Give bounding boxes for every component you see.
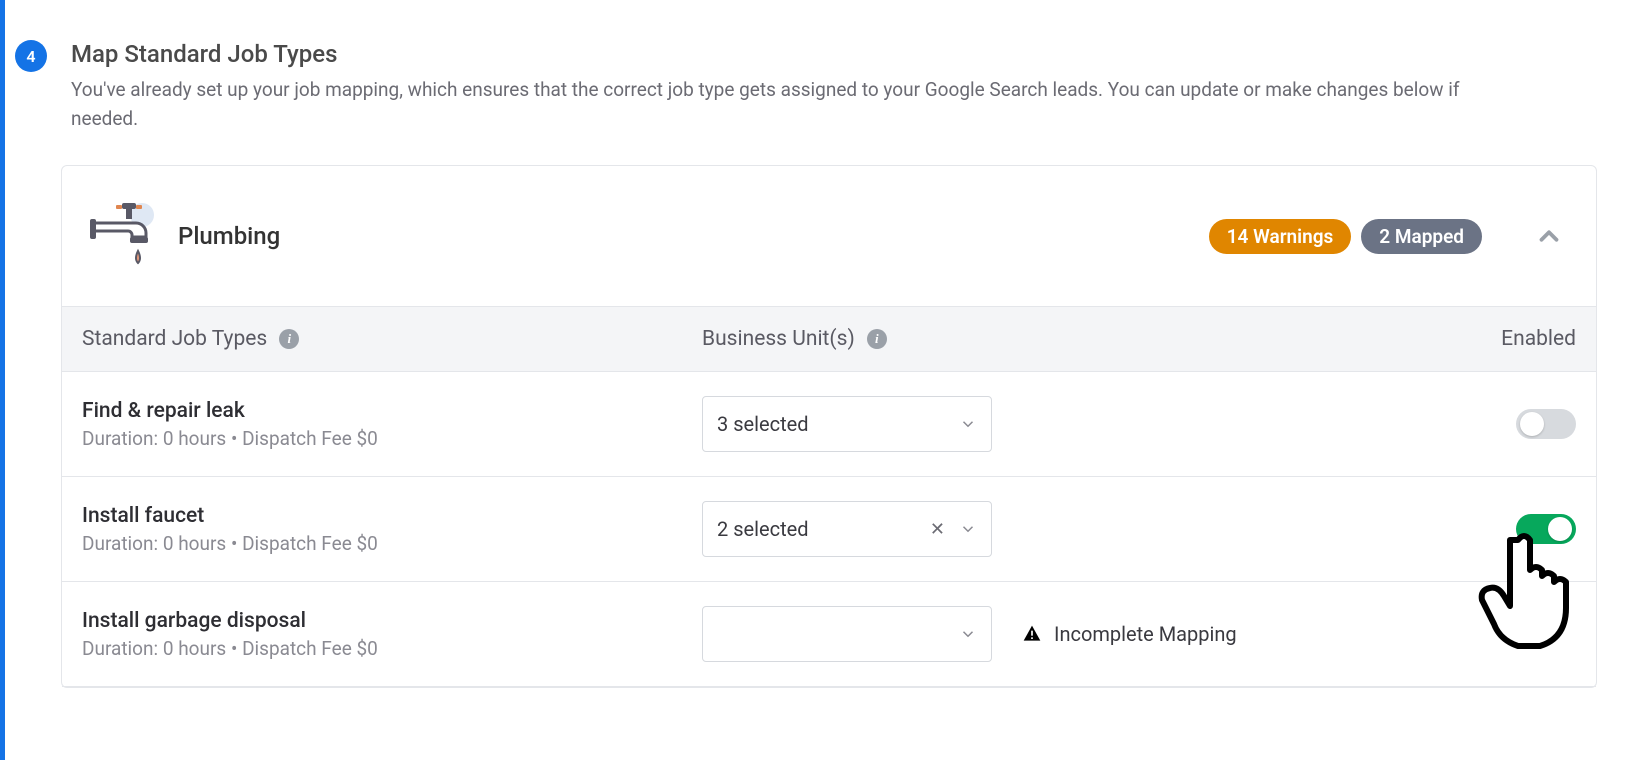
info-icon[interactable]: i bbox=[867, 329, 887, 349]
job-meta: Duration: 0 hours • Dispatch Fee $0 bbox=[82, 532, 378, 555]
business-unit-select[interactable]: 3 selected bbox=[702, 396, 992, 452]
collapse-toggle[interactable] bbox=[1530, 217, 1568, 255]
business-unit-select[interactable]: 2 selected ✕ bbox=[702, 501, 992, 557]
warnings-badge: 14 Warnings bbox=[1209, 219, 1352, 254]
table-row: Find & repair leak Duration: 0 hours • D… bbox=[62, 372, 1596, 477]
step-subtitle: You've already set up your job mapping, … bbox=[71, 76, 1501, 133]
enabled-toggle[interactable] bbox=[1516, 514, 1576, 544]
job-name: Install garbage disposal bbox=[82, 609, 378, 633]
chevron-down-icon bbox=[959, 415, 977, 433]
step-panel: 4 Map Standard Job Types You've already … bbox=[0, 0, 1627, 760]
table-row: Install garbage disposal Duration: 0 hou… bbox=[62, 582, 1596, 687]
clear-icon[interactable]: ✕ bbox=[924, 519, 951, 540]
category-name: Plumbing bbox=[178, 222, 1199, 250]
select-value: 3 selected bbox=[717, 412, 951, 436]
warning-icon bbox=[1022, 624, 1042, 644]
job-name: Install faucet bbox=[82, 504, 378, 528]
info-icon[interactable]: i bbox=[279, 329, 299, 349]
mapped-badge: 2 Mapped bbox=[1361, 219, 1482, 254]
category-card: Plumbing 14 Warnings 2 Mapped Standard J… bbox=[61, 165, 1597, 688]
table-row: Install faucet Duration: 0 hours • Dispa… bbox=[62, 477, 1596, 582]
step-number-badge: 4 bbox=[15, 40, 47, 72]
table-header: Standard Job Types i Business Unit(s) i … bbox=[62, 306, 1596, 372]
col-enabled-label: Enabled bbox=[1501, 327, 1576, 351]
step-header: 4 Map Standard Job Types You've already … bbox=[61, 40, 1597, 133]
plumbing-icon bbox=[82, 196, 172, 276]
col-bu-label: Business Unit(s) bbox=[702, 327, 855, 351]
col-job-label: Standard Job Types bbox=[82, 327, 267, 351]
chevron-down-icon bbox=[959, 520, 977, 538]
chevron-down-icon bbox=[959, 625, 977, 643]
job-meta: Duration: 0 hours • Dispatch Fee $0 bbox=[82, 637, 378, 660]
select-value: 2 selected bbox=[717, 517, 916, 541]
job-meta: Duration: 0 hours • Dispatch Fee $0 bbox=[82, 427, 378, 450]
category-header: Plumbing 14 Warnings 2 Mapped bbox=[62, 166, 1596, 306]
warning-text: Incomplete Mapping bbox=[1054, 622, 1237, 646]
business-unit-select[interactable] bbox=[702, 606, 992, 662]
step-title: Map Standard Job Types bbox=[71, 40, 1597, 68]
job-name: Find & repair leak bbox=[82, 399, 378, 423]
enabled-toggle[interactable] bbox=[1516, 409, 1576, 439]
incomplete-mapping-warning: Incomplete Mapping bbox=[1022, 622, 1446, 646]
